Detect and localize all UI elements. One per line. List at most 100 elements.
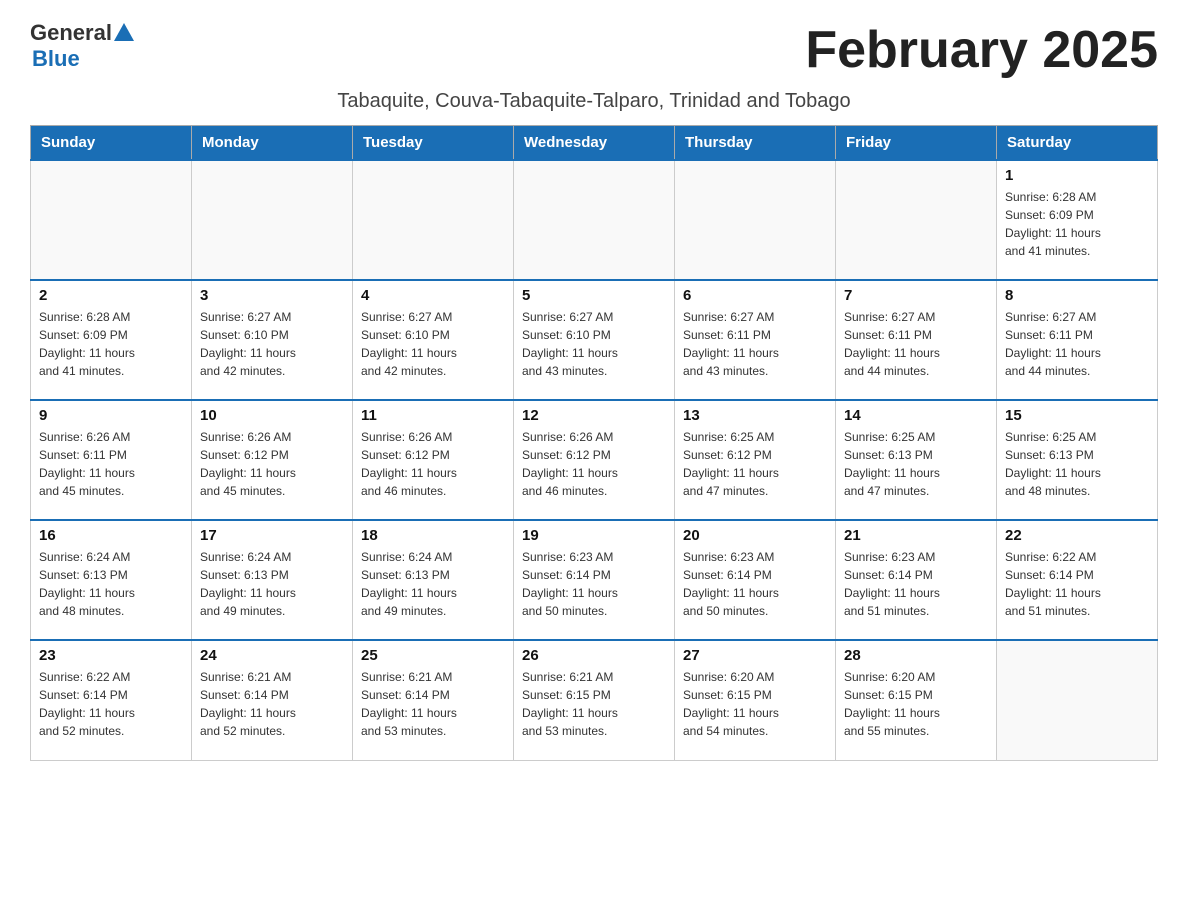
calendar-day-cell: 20Sunrise: 6:23 AM Sunset: 6:14 PM Dayli… xyxy=(675,520,836,640)
day-number: 8 xyxy=(1005,287,1149,304)
day-info: Sunrise: 6:21 AM Sunset: 6:15 PM Dayligh… xyxy=(522,668,666,740)
day-number: 13 xyxy=(683,407,827,424)
day-header-wednesday: Wednesday xyxy=(514,126,675,161)
day-info: Sunrise: 6:24 AM Sunset: 6:13 PM Dayligh… xyxy=(361,548,505,620)
calendar-week-row: 9 Sunrise: 6:26 AM Sunset: 6:11 PM Daylig… xyxy=(31,400,1158,520)
day-number: 3 xyxy=(200,287,344,304)
calendar-day-cell: 18 Sunrise: 6:24 AM Sunset: 6:13 PM Dayli… xyxy=(353,520,514,640)
calendar-day-cell: 6 Sunrise: 6:27 AM Sunset: 6:11 PM Daylig… xyxy=(675,280,836,400)
day-header-saturday: Saturday xyxy=(997,126,1158,161)
day-info: Sunrise: 6:26 AM Sunset: 6:12 PM Dayligh… xyxy=(522,428,666,500)
day-info: Sunrise: 6:21 AM Sunset: 6:14 PM Dayligh… xyxy=(200,668,344,740)
day-info: Sunrise: 6:21 AM Sunset: 6:14 PM Dayligh… xyxy=(361,668,505,740)
day-info: Sunrise: 6:27 AM Sunset: 6:10 PM Dayligh… xyxy=(522,308,666,380)
calendar-day-cell: 21 Sunrise: 6:23 AM Sunset: 6:14 PM Dayli… xyxy=(836,520,997,640)
calendar-day-cell xyxy=(997,640,1158,760)
day-info: Sunrise: 6:23 AM Sunset: 6:14 PM Dayligh… xyxy=(522,548,666,620)
day-info: Sunrise: 6:22 AM Sunset: 6:14 PM Dayligh… xyxy=(39,668,183,740)
day-number: 11 xyxy=(361,407,505,424)
logo-general: General xyxy=(30,20,112,46)
calendar-day-cell: 13 Sunrise: 6:25 AM Sunset: 6:12 PM Dayli… xyxy=(675,400,836,520)
calendar-day-cell: 2 Sunrise: 6:28 AM Sunset: 6:09 PM Daylig… xyxy=(31,280,192,400)
calendar-header-row: SundayMondayTuesdayWednesdayThursdayFrid… xyxy=(31,126,1158,161)
day-info: Sunrise: 6:28 AM Sunset: 6:09 PM Dayligh… xyxy=(1005,188,1149,260)
calendar-day-cell: 11 Sunrise: 6:26 AM Sunset: 6:12 PM Dayli… xyxy=(353,400,514,520)
day-info: Sunrise: 6:23 AM Sunset: 6:14 PM Dayligh… xyxy=(844,548,988,620)
day-number: 4 xyxy=(361,287,505,304)
calendar-day-cell: 14Sunrise: 6:25 AM Sunset: 6:13 PM Dayli… xyxy=(836,400,997,520)
day-header-friday: Friday xyxy=(836,126,997,161)
day-info: Sunrise: 6:27 AM Sunset: 6:10 PM Dayligh… xyxy=(200,308,344,380)
day-info: Sunrise: 6:25 AM Sunset: 6:12 PM Dayligh… xyxy=(683,428,827,500)
day-info: Sunrise: 6:20 AM Sunset: 6:15 PM Dayligh… xyxy=(683,668,827,740)
calendar-day-cell xyxy=(514,160,675,280)
day-info: Sunrise: 6:28 AM Sunset: 6:09 PM Dayligh… xyxy=(39,308,183,380)
calendar-week-row: 1 Sunrise: 6:28 AM Sunset: 6:09 PM Daylig… xyxy=(31,160,1158,280)
day-number: 24 xyxy=(200,647,344,664)
day-number: 1 xyxy=(1005,167,1149,184)
calendar-day-cell xyxy=(353,160,514,280)
calendar-day-cell: 28 Sunrise: 6:20 AM Sunset: 6:15 PM Dayli… xyxy=(836,640,997,760)
day-info: Sunrise: 6:26 AM Sunset: 6:12 PM Dayligh… xyxy=(361,428,505,500)
calendar-week-row: 23Sunrise: 6:22 AM Sunset: 6:14 PM Dayli… xyxy=(31,640,1158,760)
calendar-day-cell: 10Sunrise: 6:26 AM Sunset: 6:12 PM Dayli… xyxy=(192,400,353,520)
page-header: General Blue February 2025 xyxy=(30,20,1158,80)
day-number: 16 xyxy=(39,527,183,544)
calendar-day-cell: 8 Sunrise: 6:27 AM Sunset: 6:11 PM Daylig… xyxy=(997,280,1158,400)
day-number: 18 xyxy=(361,527,505,544)
calendar-day-cell: 23Sunrise: 6:22 AM Sunset: 6:14 PM Dayli… xyxy=(31,640,192,760)
calendar-day-cell: 7 Sunrise: 6:27 AM Sunset: 6:11 PM Daylig… xyxy=(836,280,997,400)
day-info: Sunrise: 6:24 AM Sunset: 6:13 PM Dayligh… xyxy=(200,548,344,620)
day-number: 9 xyxy=(39,407,183,424)
calendar-day-cell: 3 Sunrise: 6:27 AM Sunset: 6:10 PM Daylig… xyxy=(192,280,353,400)
calendar-day-cell: 15Sunrise: 6:25 AM Sunset: 6:13 PM Dayli… xyxy=(997,400,1158,520)
day-number: 17 xyxy=(200,527,344,544)
day-info: Sunrise: 6:25 AM Sunset: 6:13 PM Dayligh… xyxy=(1005,428,1149,500)
day-number: 21 xyxy=(844,527,988,544)
day-info: Sunrise: 6:27 AM Sunset: 6:10 PM Dayligh… xyxy=(361,308,505,380)
day-number: 6 xyxy=(683,287,827,304)
calendar-day-cell: 12 Sunrise: 6:26 AM Sunset: 6:12 PM Dayli… xyxy=(514,400,675,520)
calendar-day-cell xyxy=(836,160,997,280)
day-number: 28 xyxy=(844,647,988,664)
day-number: 27 xyxy=(683,647,827,664)
day-info: Sunrise: 6:27 AM Sunset: 6:11 PM Dayligh… xyxy=(844,308,988,380)
day-info: Sunrise: 6:24 AM Sunset: 6:13 PM Dayligh… xyxy=(39,548,183,620)
day-number: 12 xyxy=(522,407,666,424)
calendar-day-cell xyxy=(675,160,836,280)
calendar-day-cell xyxy=(31,160,192,280)
calendar-week-row: 16 Sunrise: 6:24 AM Sunset: 6:13 PM Dayli… xyxy=(31,520,1158,640)
calendar-day-cell: 19 Sunrise: 6:23 AM Sunset: 6:14 PM Dayli… xyxy=(514,520,675,640)
calendar-day-cell: 22Sunrise: 6:22 AM Sunset: 6:14 PM Dayli… xyxy=(997,520,1158,640)
day-number: 7 xyxy=(844,287,988,304)
day-info: Sunrise: 6:20 AM Sunset: 6:15 PM Dayligh… xyxy=(844,668,988,740)
calendar-day-cell: 24 Sunrise: 6:21 AM Sunset: 6:14 PM Dayli… xyxy=(192,640,353,760)
day-number: 5 xyxy=(522,287,666,304)
day-number: 26 xyxy=(522,647,666,664)
day-info: Sunrise: 6:26 AM Sunset: 6:11 PM Dayligh… xyxy=(39,428,183,500)
calendar-day-cell xyxy=(192,160,353,280)
month-title: February 2025 xyxy=(805,20,1158,80)
calendar-day-cell: 26 Sunrise: 6:21 AM Sunset: 6:15 PM Dayli… xyxy=(514,640,675,760)
day-info: Sunrise: 6:27 AM Sunset: 6:11 PM Dayligh… xyxy=(683,308,827,380)
calendar-day-cell: 16 Sunrise: 6:24 AM Sunset: 6:13 PM Dayli… xyxy=(31,520,192,640)
logo: General Blue xyxy=(30,20,134,72)
day-header-sunday: Sunday xyxy=(31,126,192,161)
logo-triangle-icon xyxy=(114,23,134,41)
day-info: Sunrise: 6:27 AM Sunset: 6:11 PM Dayligh… xyxy=(1005,308,1149,380)
location-subtitle: Tabaquite, Couva-Tabaquite-Talparo, Trin… xyxy=(30,90,1158,113)
day-header-thursday: Thursday xyxy=(675,126,836,161)
day-number: 25 xyxy=(361,647,505,664)
day-info: Sunrise: 6:22 AM Sunset: 6:14 PM Dayligh… xyxy=(1005,548,1149,620)
day-number: 2 xyxy=(39,287,183,304)
calendar-day-cell: 4 Sunrise: 6:27 AM Sunset: 6:10 PM Daylig… xyxy=(353,280,514,400)
day-header-tuesday: Tuesday xyxy=(353,126,514,161)
calendar-table: SundayMondayTuesdayWednesdayThursdayFrid… xyxy=(30,125,1158,761)
calendar-day-cell: 9 Sunrise: 6:26 AM Sunset: 6:11 PM Daylig… xyxy=(31,400,192,520)
calendar-week-row: 2 Sunrise: 6:28 AM Sunset: 6:09 PM Daylig… xyxy=(31,280,1158,400)
day-number: 19 xyxy=(522,527,666,544)
calendar-day-cell: 1 Sunrise: 6:28 AM Sunset: 6:09 PM Daylig… xyxy=(997,160,1158,280)
calendar-day-cell: 25 Sunrise: 6:21 AM Sunset: 6:14 PM Dayli… xyxy=(353,640,514,760)
day-header-monday: Monday xyxy=(192,126,353,161)
calendar-day-cell: 27 Sunrise: 6:20 AM Sunset: 6:15 PM Dayli… xyxy=(675,640,836,760)
